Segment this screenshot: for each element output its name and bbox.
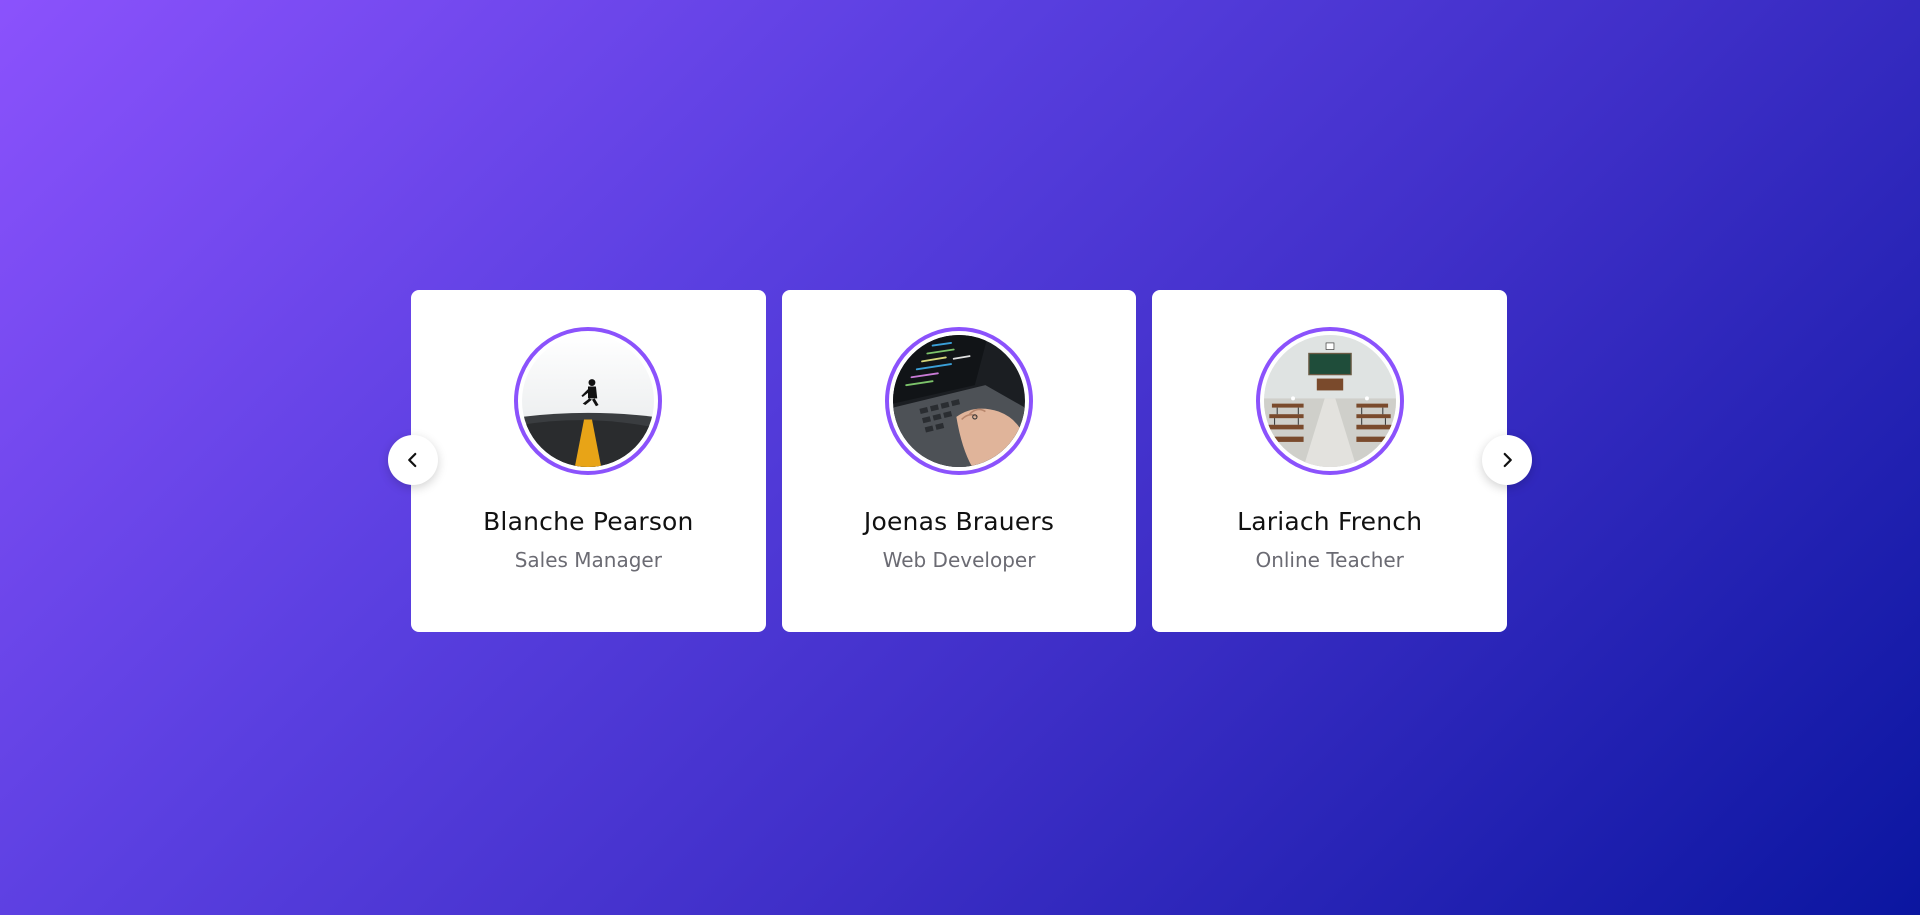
profile-name: Joenas Brauers: [863, 507, 1055, 536]
profile-card[interactable]: Blanche Pearson Sales Manager: [411, 290, 766, 632]
avatar-ring: [1255, 327, 1404, 475]
chevron-left-icon: [404, 451, 422, 469]
carousel-track: Blanche Pearson Sales Manager Joenas Bra…: [411, 290, 1508, 632]
carousel-prev-button[interactable]: [388, 435, 438, 485]
profile-carousel: Blanche Pearson Sales Manager Joenas Bra…: [388, 290, 1532, 632]
profile-name: Lariach French: [1237, 507, 1423, 536]
profile-role: Sales Manager: [514, 548, 662, 572]
carousel-next-button[interactable]: [1482, 435, 1532, 485]
profile-role: Web Developer: [882, 548, 1036, 572]
profile-card[interactable]: Joenas Brauers Web Developer: [781, 290, 1137, 632]
avatar-laptop-typing: [893, 335, 1025, 467]
profile-role: Online Teacher: [1255, 548, 1404, 572]
avatar-jumping-person: [522, 335, 655, 467]
chevron-right-icon: [1498, 451, 1516, 469]
profile-card[interactable]: Lariach French Online Teacher: [1152, 290, 1508, 632]
avatar-classroom: [1263, 335, 1396, 467]
profile-name: Blanche Pearson: [483, 507, 694, 536]
avatar-ring: [514, 327, 663, 475]
avatar-ring: [885, 327, 1033, 475]
